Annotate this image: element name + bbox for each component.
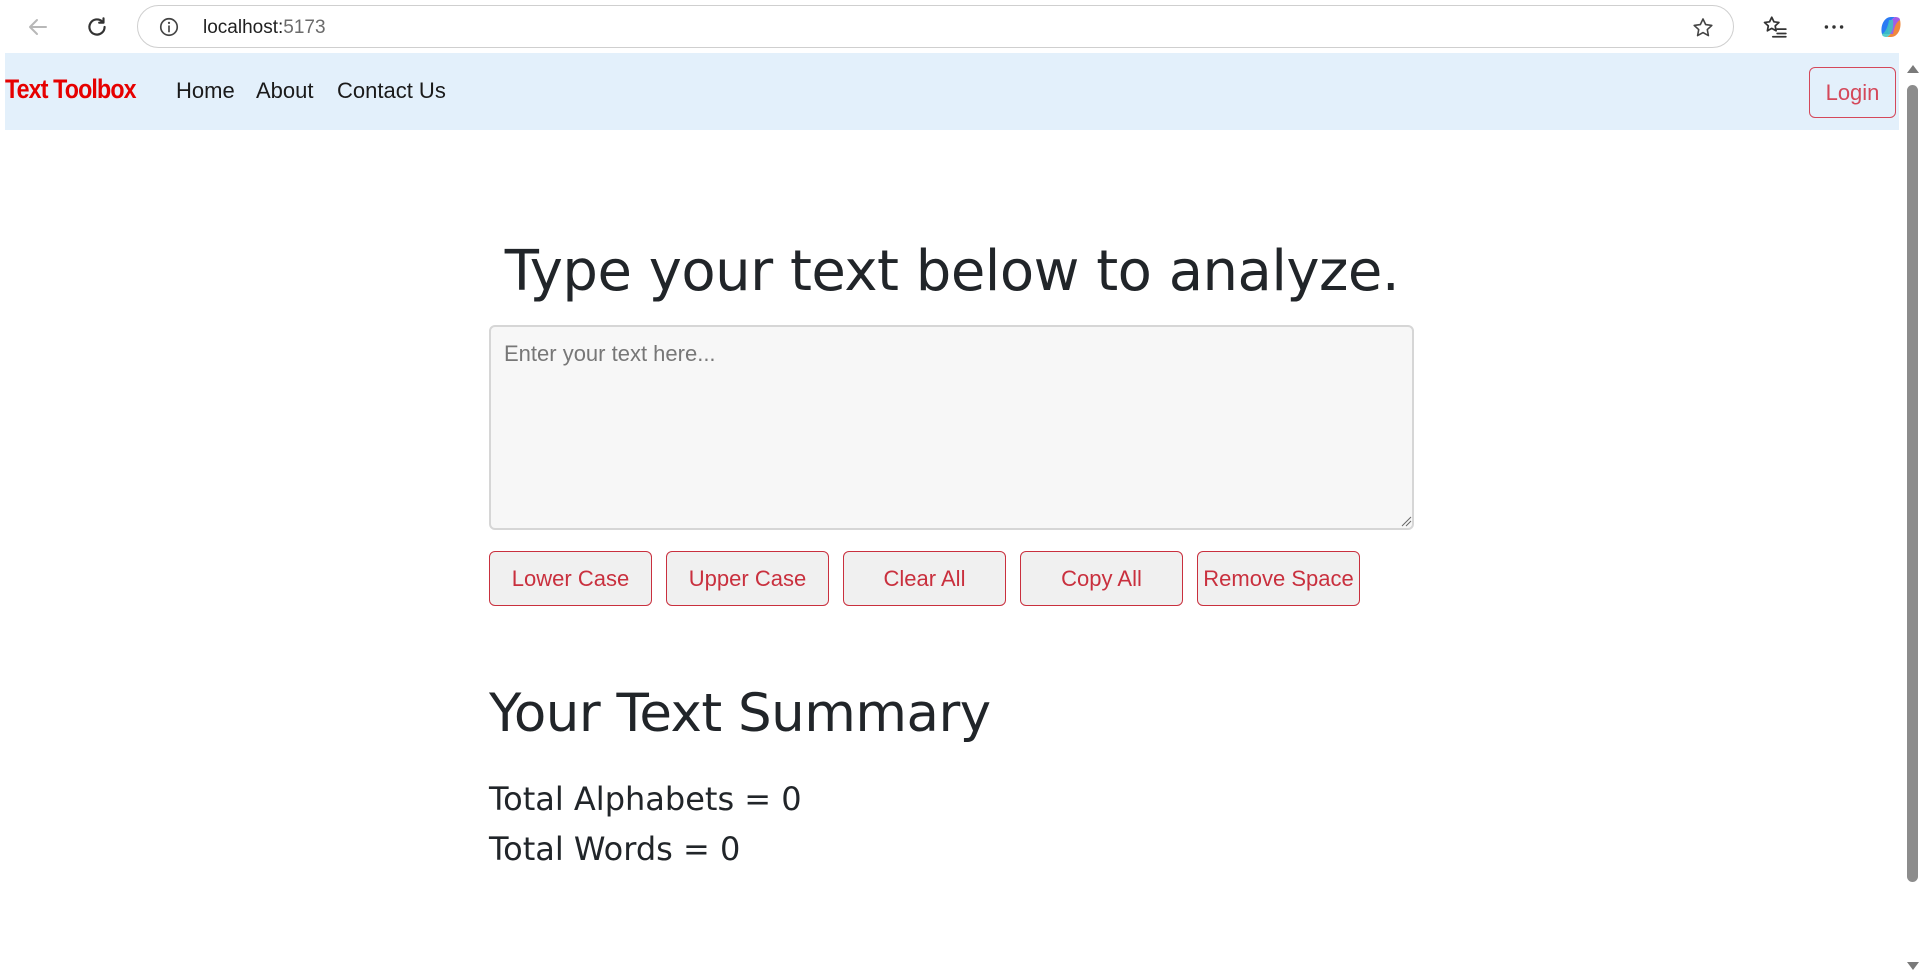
brand-logo[interactable]: Text Toolbox [5,74,137,105]
page-viewport: Text Toolbox Home About Contact Us Login… [5,53,1920,978]
url-host: localhost: [203,17,284,38]
scroll-down-arrow-icon[interactable] [1907,962,1919,970]
favorites-button[interactable] [1760,12,1790,42]
browser-toolbar: localhost:5173 [0,0,1920,53]
vertical-scrollbar[interactable] [1904,53,1920,978]
text-input-area[interactable] [489,325,1414,530]
total-alphabets-stat: Total Alphabets = 0 [489,780,802,818]
remove-space-button[interactable]: Remove Space [1197,551,1360,606]
favorites-list-icon [1763,16,1787,38]
app-navbar: Text Toolbox Home About Contact Us Login [5,53,1899,130]
upper-case-button[interactable]: Upper Case [666,551,829,606]
back-button[interactable] [20,9,56,45]
copy-all-button[interactable]: Copy All [1020,551,1183,606]
copilot-icon [1881,17,1901,37]
site-info-icon[interactable] [158,16,180,38]
summary-title: Your Text Summary [489,683,991,744]
url-text[interactable]: localhost:5173 [203,17,326,39]
reload-button[interactable] [79,9,115,45]
url-port: 5173 [283,17,326,38]
back-arrow-icon [29,19,47,35]
scroll-thumb[interactable] [1907,85,1918,882]
nav-link-contact-us[interactable]: Contact Us [337,78,446,104]
resize-grip-icon[interactable] [1401,516,1412,527]
copilot-button[interactable] [1876,12,1906,42]
ellipsis-icon [1824,25,1844,29]
clear-all-button[interactable]: Clear All [843,551,1006,606]
total-words-stat: Total Words = 0 [489,830,741,868]
login-button[interactable]: Login [1809,67,1896,118]
favorite-star-icon[interactable] [1691,16,1715,40]
nav-link-home[interactable]: Home [176,78,235,104]
page-heading: Type your text below to analyze. [504,239,1400,304]
reload-icon [88,17,106,36]
more-options-button[interactable] [1819,12,1849,42]
scroll-up-arrow-icon[interactable] [1907,65,1919,73]
nav-link-about[interactable]: About [256,78,314,104]
lower-case-button[interactable]: Lower Case [489,551,652,606]
address-bar[interactable]: localhost:5173 [137,5,1734,48]
